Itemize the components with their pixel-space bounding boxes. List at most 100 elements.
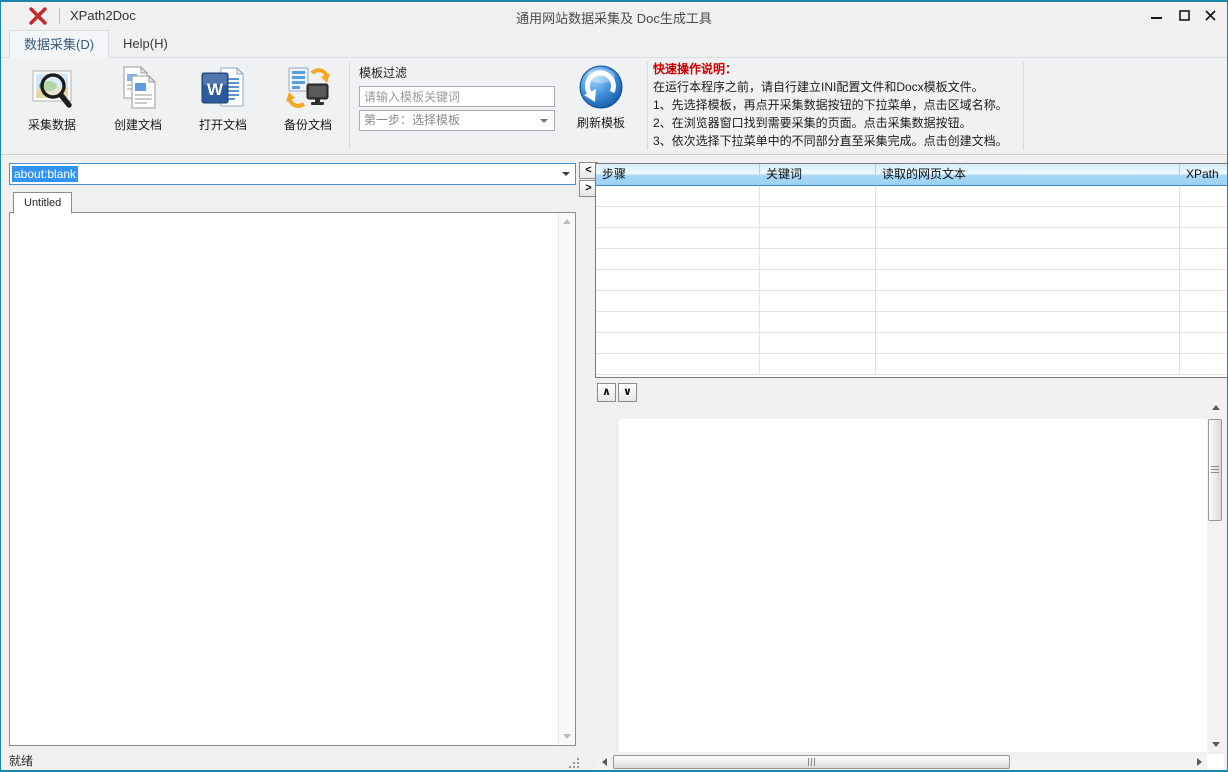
browser-viewport[interactable] xyxy=(9,212,576,746)
table-row[interactable] xyxy=(596,291,1228,312)
open-doc-button[interactable]: W 打开文档 xyxy=(182,62,264,152)
browser-vertical-scrollbar[interactable] xyxy=(558,213,575,745)
collect-data-label: 采集数据 xyxy=(28,118,76,132)
table-cell xyxy=(596,249,760,269)
table-cell xyxy=(1180,228,1228,248)
table-cell xyxy=(596,228,760,248)
titlebar: XPath2Doc 通用网站数据采集及 Doc生成工具 xyxy=(1,2,1227,30)
thumb-grip-icon xyxy=(808,758,816,766)
table-row[interactable] xyxy=(596,333,1228,354)
scroll-up-button[interactable] xyxy=(1207,399,1224,415)
address-value: about:blank xyxy=(12,166,78,182)
scroll-down-icon xyxy=(563,734,571,739)
browser-tab-untitled[interactable]: Untitled xyxy=(13,192,72,214)
scroll-left-icon xyxy=(602,758,607,766)
table-cell xyxy=(596,291,760,311)
table-cell xyxy=(1180,249,1228,269)
table-cell xyxy=(1180,291,1228,311)
table-cell xyxy=(876,354,1180,374)
create-doc-icon xyxy=(114,64,162,112)
column-header-step[interactable]: 步骤 xyxy=(596,164,760,185)
resize-grip[interactable] xyxy=(567,756,579,768)
maximize-button[interactable] xyxy=(1170,2,1198,29)
grid-header: 步骤 关键词 读取的网页文本 XPath xyxy=(596,164,1228,186)
address-combobox[interactable]: about:blank xyxy=(9,163,576,185)
template-keyword-input[interactable] xyxy=(359,86,555,107)
combo-dropdown-icon[interactable] xyxy=(562,172,570,176)
table-cell xyxy=(760,333,876,353)
table-cell xyxy=(760,312,876,332)
backup-doc-button[interactable]: 备份文档 xyxy=(267,62,349,152)
backup-doc-icon xyxy=(284,64,332,112)
collect-data-button[interactable]: 采集数据 xyxy=(11,62,93,152)
close-icon xyxy=(1205,10,1216,21)
column-header-webtext[interactable]: 读取的网页文本 xyxy=(876,164,1180,185)
template-select[interactable]: 第一步：选择模板 xyxy=(359,110,555,131)
table-row[interactable] xyxy=(596,312,1228,333)
scroll-left-button[interactable] xyxy=(596,754,612,770)
preview-vertical-scrollbar[interactable] xyxy=(1207,399,1224,752)
table-cell xyxy=(876,312,1180,332)
chevron-down-icon xyxy=(540,119,548,123)
create-doc-button[interactable]: 创建文档 xyxy=(97,62,179,152)
table-cell xyxy=(596,354,760,374)
refresh-template-label: 刷新模板 xyxy=(577,116,625,130)
table-cell xyxy=(760,186,876,206)
window-caption: 通用网站数据采集及 Doc生成工具 xyxy=(1,8,1227,27)
table-cell xyxy=(1180,270,1228,290)
open-doc-icon: W xyxy=(199,64,247,112)
table-row[interactable] xyxy=(596,207,1228,228)
table-cell xyxy=(760,249,876,269)
tab-help[interactable]: Help(H) xyxy=(109,30,182,58)
minimize-button[interactable] xyxy=(1142,2,1170,29)
table-row[interactable] xyxy=(596,186,1228,207)
open-doc-label: 打开文档 xyxy=(199,118,247,132)
table-cell xyxy=(1180,186,1228,206)
steps-grid: 步骤 关键词 读取的网页文本 XPath xyxy=(595,163,1228,378)
table-cell xyxy=(876,249,1180,269)
status-text: 就绪 xyxy=(9,752,33,769)
minimize-icon xyxy=(1151,10,1162,21)
refresh-icon xyxy=(578,64,624,110)
vertical-scroll-thumb[interactable] xyxy=(1208,419,1222,521)
table-cell xyxy=(876,186,1180,206)
instruction-line: 在运行本程序之前，请自行建立INI配置文件和Docx模板文件。 xyxy=(653,78,1019,96)
table-cell xyxy=(876,291,1180,311)
titlebar-separator xyxy=(59,8,60,24)
table-row[interactable] xyxy=(596,354,1228,375)
table-row[interactable] xyxy=(596,270,1228,291)
scroll-down-icon xyxy=(1212,742,1220,747)
ribbon-separator xyxy=(1023,62,1024,150)
preview-horizontal-scrollbar[interactable] xyxy=(596,754,1207,770)
table-cell xyxy=(876,333,1180,353)
table-row[interactable] xyxy=(596,249,1228,270)
template-select-value: 第一步：选择模板 xyxy=(364,113,460,127)
table-cell xyxy=(596,333,760,353)
instructions-title: 快速操作说明： xyxy=(653,61,1019,78)
refresh-template-button[interactable]: 刷新模板 xyxy=(563,62,639,152)
instruction-line: 1、先选择模板，再点开采集数据按钮的下拉菜单，点击区域名称。 xyxy=(653,96,1019,114)
horizontal-scroll-thumb[interactable] xyxy=(613,755,1010,769)
tab-data-collect[interactable]: 数据采集(D) xyxy=(9,30,109,59)
scroll-right-button[interactable] xyxy=(1191,754,1207,770)
column-header-keyword[interactable]: 关键词 xyxy=(760,164,876,185)
ribbon-separator xyxy=(349,62,350,150)
preview-textarea[interactable] xyxy=(619,419,1208,752)
move-down-button[interactable]: ∨ xyxy=(618,383,637,402)
table-cell xyxy=(760,228,876,248)
table-row[interactable] xyxy=(596,228,1228,249)
scroll-right-icon xyxy=(1197,758,1202,766)
scroll-down-button[interactable] xyxy=(1207,736,1224,752)
collect-data-icon xyxy=(28,64,76,112)
table-cell xyxy=(760,291,876,311)
table-cell xyxy=(1180,333,1228,353)
backup-doc-label: 备份文档 xyxy=(284,118,332,132)
close-button[interactable] xyxy=(1196,2,1224,29)
move-up-button[interactable]: ∧ xyxy=(597,383,616,402)
scroll-up-icon xyxy=(1212,405,1220,410)
column-header-xpath[interactable]: XPath xyxy=(1180,164,1228,185)
table-cell xyxy=(596,186,760,206)
table-cell xyxy=(596,270,760,290)
app-logo-icon xyxy=(29,7,47,25)
ribbon-tabstrip: 数据采集(D) Help(H) xyxy=(1,30,1227,58)
